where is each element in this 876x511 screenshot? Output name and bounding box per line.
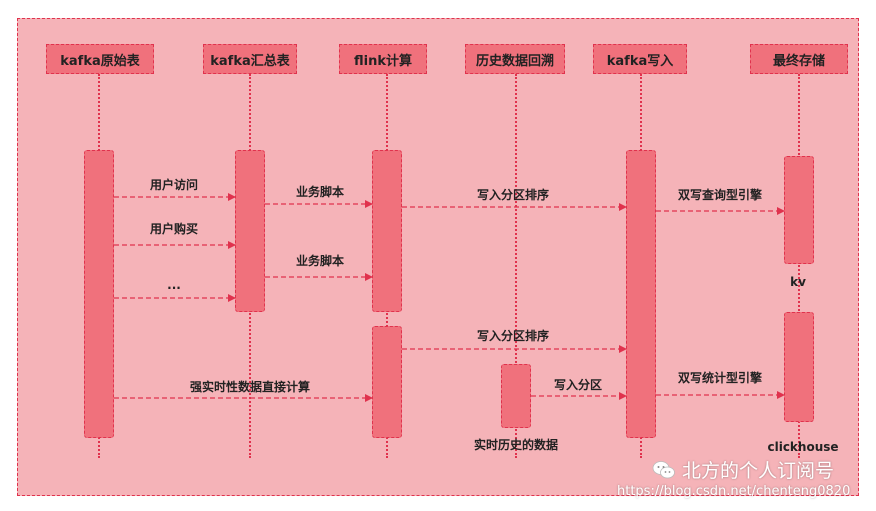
note-kv: kv: [790, 275, 806, 289]
message-label-user-visit: 用户访问: [149, 178, 199, 192]
watermark: 北方的个人订阅号: [652, 456, 834, 483]
note-clickhouse: clickhouse: [767, 440, 839, 454]
sequence-diagram: kafka原始表 kafka汇总表 flink计算 历史数据回溯 kafka写入…: [0, 0, 876, 511]
message-arrows: [114, 193, 785, 402]
message-label-write-partition: 写入分区: [553, 378, 603, 392]
message-label-ellipsis: ...: [167, 278, 181, 292]
message-label-user-purchase: 用户购买: [149, 222, 199, 236]
wechat-icon: [652, 460, 675, 478]
message-label-partition-sort-1: 写入分区排序: [476, 188, 550, 202]
message-label-realtime-direct: 强实时性数据直接计算: [189, 380, 311, 394]
message-label-biz-script-2: 业务脚本: [295, 254, 345, 268]
note-realtime-history: 实时历史的数据: [473, 438, 559, 452]
watermark-text: 北方的个人订阅号: [682, 460, 835, 482]
message-label-biz-script-1: 业务脚本: [295, 185, 345, 199]
message-label-partition-sort-2: 写入分区排序: [476, 329, 550, 343]
message-label-dual-write-query: 双写查询型引擎: [677, 188, 763, 202]
message-label-dual-write-stats: 双写统计型引擎: [677, 371, 763, 385]
watermark-url: https://blog.csdn.net/chenteng0820: [617, 484, 851, 499]
